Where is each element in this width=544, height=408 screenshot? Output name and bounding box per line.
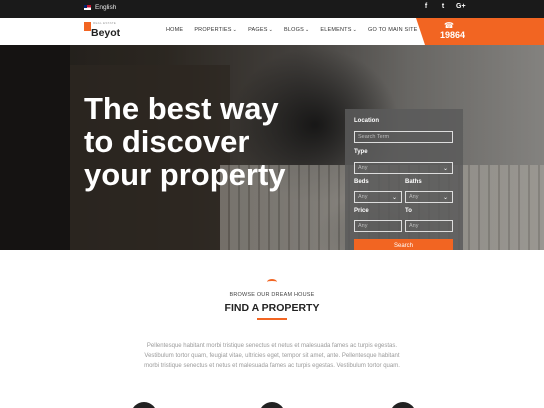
main-nav: HOME PROPERTIES ⌄ PAGES ⌄ BLOGS ⌄ ELEMEN…	[166, 27, 418, 33]
type-select[interactable]: Any ⌄	[354, 162, 453, 174]
feature-circle-icon	[259, 402, 285, 408]
google-plus-icon[interactable]: G+	[456, 3, 466, 10]
feature-circle-icon	[390, 402, 416, 408]
social-links: f t G+	[422, 3, 466, 10]
logo-text: Beyot	[91, 27, 121, 39]
hero-title-line: your property	[84, 157, 286, 192]
section-arc-icon	[267, 279, 277, 285]
chevron-down-icon: ⌄	[268, 27, 273, 33]
chevron-down-icon: ⌄	[352, 27, 357, 33]
twitter-icon[interactable]: t	[439, 3, 447, 10]
hero-title-line: to discover	[84, 124, 250, 159]
beds-value: Any	[358, 194, 368, 200]
title-underline	[257, 318, 287, 320]
language-selector[interactable]: English	[84, 4, 116, 11]
nav-label: PAGES	[248, 27, 268, 33]
nav-properties[interactable]: PROPERTIES ⌄	[194, 27, 237, 33]
description-line: morbi tristique senectus et netus et mal…	[144, 363, 400, 369]
phone-number: 19864	[440, 30, 466, 40]
feature-circle-icon	[131, 402, 157, 408]
nav-label: ELEMENTS	[320, 27, 352, 33]
baths-value: Any	[409, 194, 419, 200]
section-title: FIND A PROPERTY	[224, 302, 320, 314]
chevron-down-icon: ⌄	[304, 27, 310, 33]
baths-select[interactable]: Any ⌄	[405, 191, 453, 203]
nav-home[interactable]: HOME	[166, 27, 183, 33]
price-from-input[interactable]: Any	[354, 220, 402, 232]
facebook-icon[interactable]: f	[422, 3, 430, 10]
chevron-down-icon: ⌄	[232, 27, 238, 33]
hero-banner: The best way to discover your property L…	[0, 45, 544, 250]
price-from-value: Any	[358, 223, 368, 229]
nav-label: PROPERTIES	[194, 27, 232, 33]
uk-flag-icon	[84, 5, 91, 10]
language-label: English	[95, 4, 117, 11]
nav-label: GO TO MAIN SITE	[367, 27, 418, 33]
location-input[interactable]: Search Term	[354, 131, 453, 143]
description-line: Pellentesque habitant morbi tristique se…	[146, 343, 398, 349]
nav-label: HOME	[166, 27, 184, 33]
logo-tagline: REAL ESTATE	[93, 21, 117, 25]
hero-title: The best way to discover your property	[84, 92, 334, 191]
property-search-form: Location Search Term Type Any ⌄ Beds Bat…	[345, 109, 463, 250]
chevron-down-icon: ⌄	[442, 166, 448, 172]
logo-mark-icon	[84, 22, 91, 31]
description-line: Vestibulum tortor quam, feugiat vitae, u…	[144, 353, 400, 359]
beds-label: Beds	[354, 179, 369, 185]
type-label: Type	[354, 149, 368, 155]
type-value: Any	[358, 165, 368, 171]
nav-blogs[interactable]: BLOGS ⌄	[284, 27, 309, 33]
phone-callout[interactable]: ☎ 19864	[416, 18, 544, 45]
nav-pages[interactable]: PAGES ⌄	[248, 27, 273, 33]
location-label: Location	[354, 118, 379, 124]
section-description: Pellentesque habitant morbi tristique se…	[122, 341, 422, 371]
site-logo[interactable]: REAL ESTATE Beyot	[84, 21, 124, 43]
beds-select[interactable]: Any ⌄	[354, 191, 402, 203]
nav-elements[interactable]: ELEMENTS ⌄	[320, 27, 357, 33]
location-placeholder: Search Term	[358, 134, 390, 140]
section-eyebrow: BROWSE OUR DREAM HOUSE	[229, 292, 315, 298]
nav-label: BLOGS	[284, 27, 304, 33]
top-bar: English f t G+	[0, 0, 544, 18]
phone-icon: ☎	[444, 21, 454, 30]
chevron-down-icon: ⌄	[391, 195, 397, 201]
chevron-down-icon: ⌄	[442, 195, 448, 201]
price-to-input[interactable]: Any	[405, 220, 453, 232]
hero-title-line: The best way	[84, 91, 279, 126]
to-label: To	[405, 208, 412, 214]
price-label: Price	[354, 208, 369, 214]
price-to-value: Any	[409, 223, 419, 229]
baths-label: Baths	[405, 179, 422, 185]
nav-main-site[interactable]: GO TO MAIN SITE	[368, 27, 418, 33]
search-button[interactable]: Search	[354, 239, 453, 250]
